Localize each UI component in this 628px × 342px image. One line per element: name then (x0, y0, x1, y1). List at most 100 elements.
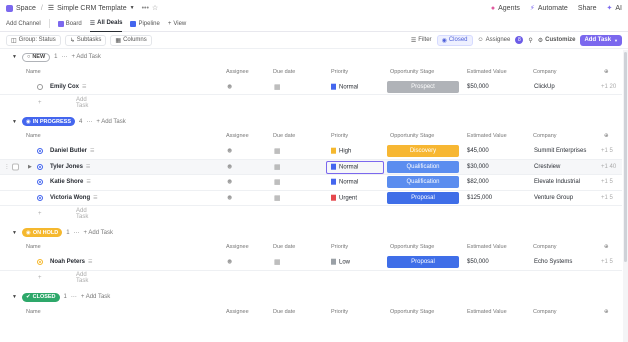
column-company[interactable]: Company (533, 244, 557, 250)
scrollbar-thumb[interactable] (624, 52, 627, 262)
column-name[interactable]: Name (26, 69, 41, 75)
column-priority[interactable]: Priority (331, 309, 348, 315)
vertical-scrollbar[interactable] (623, 50, 628, 342)
company[interactable]: Summit Enterprises (534, 148, 586, 154)
add-task-row[interactable]: + Add Task (0, 206, 622, 222)
calendar-icon[interactable]: ▦ (274, 258, 281, 266)
table-row[interactable]: Noah Peters ☰ ☻ ▦ Low Proposal $50,000 Ec… (0, 255, 622, 271)
column-company[interactable]: Company (533, 133, 557, 139)
more-icon[interactable]: ··· (62, 54, 68, 60)
status-badge[interactable]: ○ NEW (22, 52, 51, 62)
column-priority[interactable]: Priority (331, 244, 348, 250)
subtasks-button[interactable]: ↳ Subtasks (64, 34, 107, 46)
filter-button[interactable]: ☰ Filter (411, 37, 432, 44)
company[interactable]: Venture Group (534, 195, 573, 201)
column-estimated[interactable]: Estimated Value (467, 133, 507, 139)
tab-all-deals[interactable]: ☰ All Deals (89, 16, 123, 32)
row-checkbox[interactable] (12, 163, 19, 171)
group-add-task-button[interactable]: + Add Task (81, 294, 110, 300)
task-name[interactable]: Daniel Butler ☰ (50, 148, 95, 154)
automate-button[interactable]: ⚡ Automate (530, 4, 568, 13)
task-name[interactable]: Victoria Wong ☰ (50, 195, 98, 201)
add-column-icon[interactable]: ⊕ (604, 309, 609, 315)
estimated-value[interactable]: $82,000 (467, 179, 489, 185)
priority-cell[interactable]: Normal (331, 178, 358, 186)
priority-cell[interactable]: Urgent (331, 194, 357, 201)
breadcrumb-space[interactable]: Space (16, 5, 36, 12)
tab-board[interactable]: Board (57, 16, 82, 32)
column-estimated[interactable]: Estimated Value (467, 244, 507, 250)
add-column-icon[interactable]: ⊕ (604, 244, 609, 250)
priority-cell[interactable]: Normal (331, 83, 358, 90)
phone-cell[interactable]: +1 5 (601, 179, 613, 185)
status-icon[interactable] (37, 179, 43, 186)
stage-cell[interactable]: Prospect (387, 80, 459, 93)
assignee-icon[interactable]: ☻ (226, 163, 233, 170)
stage-cell[interactable]: Qualification (387, 160, 459, 173)
column-stage[interactable]: Opportunity Stage (390, 133, 434, 139)
more-icon[interactable]: ••• (142, 5, 149, 12)
collapse-icon[interactable]: ▼ (12, 294, 18, 300)
search-icon[interactable]: ⚲ (528, 37, 532, 44)
estimated-value[interactable]: $30,000 (467, 164, 489, 170)
group-status-button[interactable]: ◫ Group: Status (6, 34, 61, 46)
phone-cell[interactable]: +1 5 (601, 259, 613, 265)
table-row[interactable]: Emily Cox ☰ ☻ ▦ Normal Prospect $50,000 C… (0, 80, 622, 95)
column-due-date[interactable]: Due date (273, 69, 295, 75)
stage-cell[interactable]: Qualification (387, 176, 459, 189)
more-icon[interactable]: ··· (86, 119, 92, 125)
column-assignee[interactable]: Assignee (226, 244, 249, 250)
status-badge[interactable]: ✔ CLOSED (22, 292, 60, 302)
status-icon[interactable] (37, 259, 43, 266)
tab-pipeline[interactable]: Pipeline (130, 16, 160, 32)
add-channel-tab[interactable]: Add Channel (6, 16, 41, 32)
column-priority[interactable]: Priority (331, 69, 348, 75)
calendar-icon[interactable]: ▦ (274, 147, 281, 155)
estimated-value[interactable]: $50,000 (467, 84, 489, 90)
task-name[interactable]: Tyler Jones ☰ (50, 164, 90, 170)
calendar-icon[interactable]: ▦ (274, 178, 281, 186)
collapse-icon[interactable]: ▼ (12, 119, 18, 125)
phone-cell[interactable]: +1 40 (601, 164, 616, 170)
star-icon[interactable]: ☆ (152, 4, 158, 12)
group-add-task-button[interactable]: + Add Task (84, 230, 113, 236)
assignee-icon[interactable]: ☻ (226, 194, 233, 201)
column-company[interactable]: Company (533, 69, 557, 75)
stage-cell[interactable]: Proposal (387, 191, 459, 204)
column-due-date[interactable]: Due date (273, 244, 295, 250)
expand-icon[interactable]: ▶ (28, 164, 32, 170)
group-add-task-button[interactable]: + Add Task (96, 119, 125, 125)
estimated-value[interactable]: $45,000 (467, 148, 489, 154)
column-assignee[interactable]: Assignee (226, 133, 249, 139)
collapse-icon[interactable]: ▼ (12, 230, 18, 236)
assignee-icon[interactable]: ☻ (226, 259, 233, 266)
phone-cell[interactable]: +1 20 (601, 84, 616, 90)
priority-cell[interactable]: Normal (331, 163, 358, 170)
column-name[interactable]: Name (26, 133, 41, 139)
table-row[interactable]: ⋮⋮ ▶ Tyler Jones ☰ ☻ ▦ Normal Qualificati… (0, 159, 622, 175)
group-add-task-button[interactable]: + Add Task (72, 54, 101, 60)
phone-cell[interactable]: +1 5 (601, 148, 613, 154)
stage-cell[interactable]: Proposal (387, 256, 459, 269)
add-column-icon[interactable]: ⊕ (604, 69, 609, 75)
task-name[interactable]: Emily Cox ☰ (50, 84, 87, 90)
breadcrumb-list[interactable]: Simple CRM Template (57, 5, 127, 12)
add-task-row[interactable]: + Add Task (0, 95, 622, 111)
status-badge[interactable]: ◉ ON HOLD (22, 228, 63, 237)
column-due-date[interactable]: Due date (273, 133, 295, 139)
column-stage[interactable]: Opportunity Stage (390, 309, 434, 315)
company[interactable]: Echo Systems (534, 259, 572, 265)
assignee-icon[interactable]: ☻ (226, 148, 233, 155)
phone-cell[interactable]: +1 5 (601, 195, 613, 201)
assignee-icon[interactable]: ☻ (226, 179, 233, 186)
add-view-button[interactable]: + View (168, 16, 186, 32)
status-icon[interactable] (37, 163, 43, 170)
assignee-icon[interactable]: ☻ (226, 83, 233, 90)
assignee-count-badge[interactable]: 8 (515, 36, 524, 44)
column-name[interactable]: Name (26, 309, 41, 315)
more-icon[interactable]: ··· (71, 294, 77, 300)
stage-cell[interactable]: Discovery (387, 145, 459, 158)
column-due-date[interactable]: Due date (273, 309, 295, 315)
assignee-filter-button[interactable]: ☺ Assignee (478, 37, 511, 43)
estimated-value[interactable]: $125,000 (467, 195, 492, 201)
